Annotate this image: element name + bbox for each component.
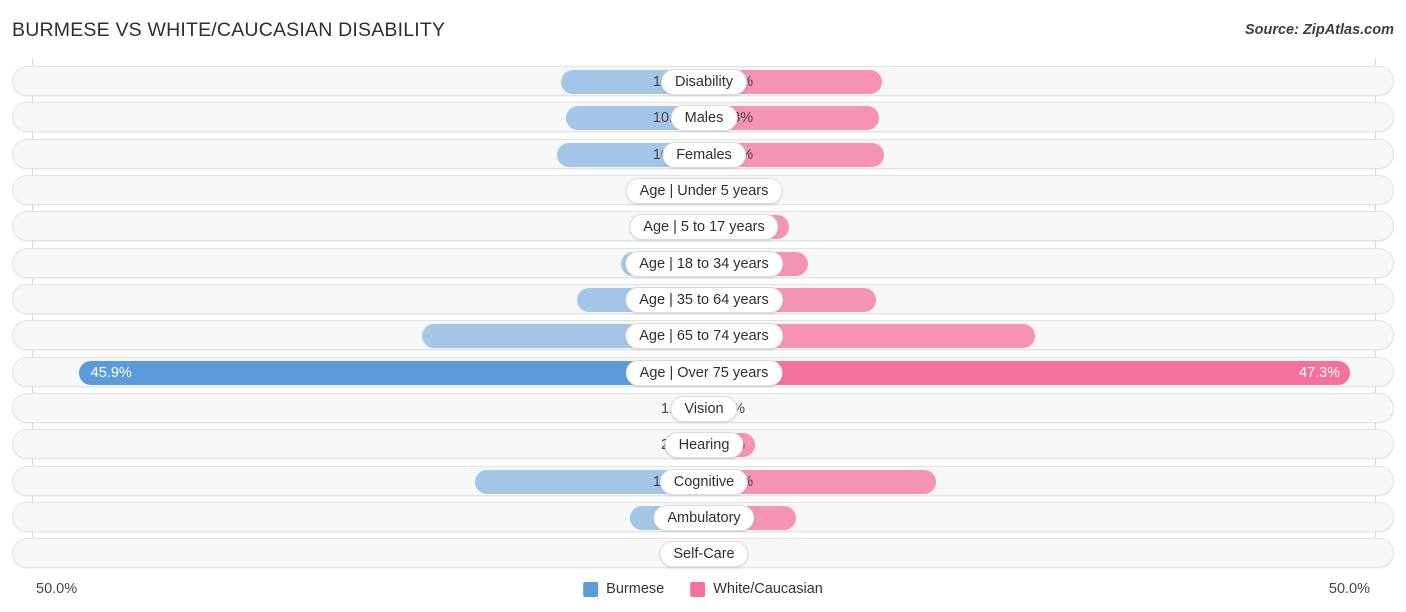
category-label-pill[interactable]: Females (662, 141, 746, 168)
table-row[interactable]: 10.7%13.2%Females (12, 138, 1394, 169)
row-inner: 9.2%12.6%Age | 35 to 64 years (13, 285, 1393, 313)
table-row[interactable]: 5.3%6.7%Ambulatory (12, 501, 1394, 532)
source-attribution: Source: ZipAtlas.com (1244, 22, 1394, 38)
chart-header: BURMESE VS WHITE/CAUCASIAN DISABILITY So… (0, 0, 1406, 58)
category-label-pill[interactable]: Hearing (664, 432, 744, 459)
row-inner: 16.7%17.0%Cognitive (13, 467, 1393, 495)
bar-right-white-caucasian (704, 360, 1351, 385)
category-label-pill[interactable]: Age | 65 to 74 years (625, 323, 783, 350)
bar-left-burmese (78, 360, 702, 385)
table-row[interactable]: 10.4%13.0%Disability (12, 66, 1394, 96)
legend-label: White/Caucasian (713, 581, 823, 597)
category-label-pill[interactable]: Males (670, 105, 738, 132)
legend-label: Burmese (606, 581, 665, 597)
chart-footer: 50.0% 50.0% Burmese White/Caucasian (0, 572, 1406, 612)
row-inner: 10.7%13.2%Females (13, 140, 1393, 168)
row-inner: 4.8%6.2%Age | 5 to 17 years (13, 212, 1393, 241)
table-row[interactable]: 6.0%7.6%Age | 18 to 34 years (12, 247, 1394, 278)
table-row[interactable]: 20.6%24.2%Age | 65 to 74 years (12, 320, 1394, 351)
row-inner: 10.4%13.0%Disability (13, 67, 1393, 95)
row-inner: 10.0%12.8%Males (13, 103, 1393, 132)
table-row[interactable]: 9.2%12.6%Age | 35 to 64 years (12, 283, 1394, 314)
row-inner: 5.3%6.7%Ambulatory (13, 503, 1393, 531)
axis-label-right: 50.0% (1328, 581, 1370, 597)
category-label-pill[interactable]: Age | 5 to 17 years (629, 214, 779, 241)
table-row[interactable]: 1.8%2.4%Vision (12, 392, 1394, 423)
legend-swatch-icon (583, 581, 599, 597)
chart-legend: Burmese White/Caucasian (583, 581, 823, 597)
axis-label-left: 50.0% (36, 581, 78, 597)
table-row[interactable]: 16.7%17.0%Cognitive (12, 465, 1394, 496)
row-inner: 2.8%3.7%Hearing (13, 430, 1393, 459)
category-label-pill[interactable]: Ambulatory (653, 504, 755, 531)
category-label-pill[interactable]: Age | Under 5 years (625, 177, 783, 204)
table-row[interactable]: 2.8%3.7%Hearing (12, 429, 1394, 460)
legend-item-burmese[interactable]: Burmese (583, 581, 664, 597)
table-row[interactable]: 45.9% 47.3% Age | Over 75 years (12, 356, 1394, 387)
row-inner: 6.0%7.6%Age | 18 to 34 years (13, 249, 1393, 277)
table-row[interactable]: 10.0%12.8%Males (12, 102, 1394, 133)
category-label-pill[interactable]: Self-Care (659, 541, 749, 568)
row-inner: 20.6%24.2%Age | 65 to 74 years (13, 321, 1393, 350)
chart-plot-area: 10.4%13.0%Disability 10.0%12.8%Males 10.7%… (0, 58, 1406, 572)
category-label-pill[interactable]: Age | Over 75 years (625, 359, 783, 386)
category-label-pill[interactable]: Age | 18 to 34 years (625, 250, 783, 277)
table-row[interactable]: 1.1%1.7%Age | Under 5 years (12, 174, 1394, 205)
category-label-pill[interactable]: Age | 35 to 64 years (625, 286, 783, 313)
table-row[interactable]: 2.3%2.6%Self-Care (12, 538, 1394, 569)
row-inner: 1.8%2.4%Vision (13, 394, 1393, 422)
value-label-left: 45.9% (90, 364, 132, 381)
row-inner: 1.1%1.7%Age | Under 5 years (13, 176, 1393, 204)
legend-item-white-caucasian[interactable]: White/Caucasian (690, 581, 823, 597)
page-title: BURMESE VS WHITE/CAUCASIAN DISABILITY (12, 19, 446, 41)
category-label-pill[interactable]: Disability (660, 69, 748, 95)
row-inner: 2.3%2.6%Self-Care (13, 539, 1393, 568)
legend-swatch-icon (690, 581, 706, 597)
category-label-pill[interactable]: Cognitive (659, 468, 749, 495)
table-row[interactable]: 4.8%6.2%Age | 5 to 17 years (12, 211, 1394, 242)
value-label-right: 47.3% (1299, 364, 1341, 381)
category-label-pill[interactable]: Vision (670, 395, 738, 422)
row-inner: 45.9% 47.3% Age | Over 75 years (13, 358, 1393, 386)
